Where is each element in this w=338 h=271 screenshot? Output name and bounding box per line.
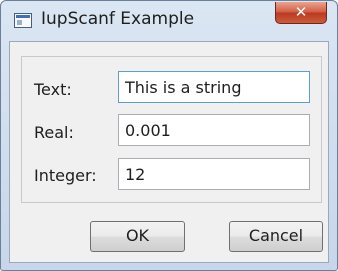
- real-label: Real:: [34, 123, 74, 142]
- title-bar[interactable]: IupScanf Example ✕: [1, 1, 337, 39]
- window-app-icon[interactable]: [14, 13, 32, 28]
- integer-label: Integer:: [34, 166, 97, 185]
- text-input[interactable]: [118, 71, 310, 103]
- close-icon: ✕: [294, 3, 308, 21]
- dialog-window: IupScanf Example ✕ Text: Real: Integer: …: [0, 0, 338, 271]
- text-label: Text:: [34, 80, 72, 99]
- real-input[interactable]: [118, 114, 310, 146]
- cancel-button[interactable]: Cancel: [229, 221, 323, 252]
- close-button[interactable]: ✕: [275, 2, 327, 24]
- integer-input[interactable]: [118, 158, 310, 190]
- window-title: IupScanf Example: [41, 9, 195, 29]
- ok-button[interactable]: OK: [90, 221, 185, 252]
